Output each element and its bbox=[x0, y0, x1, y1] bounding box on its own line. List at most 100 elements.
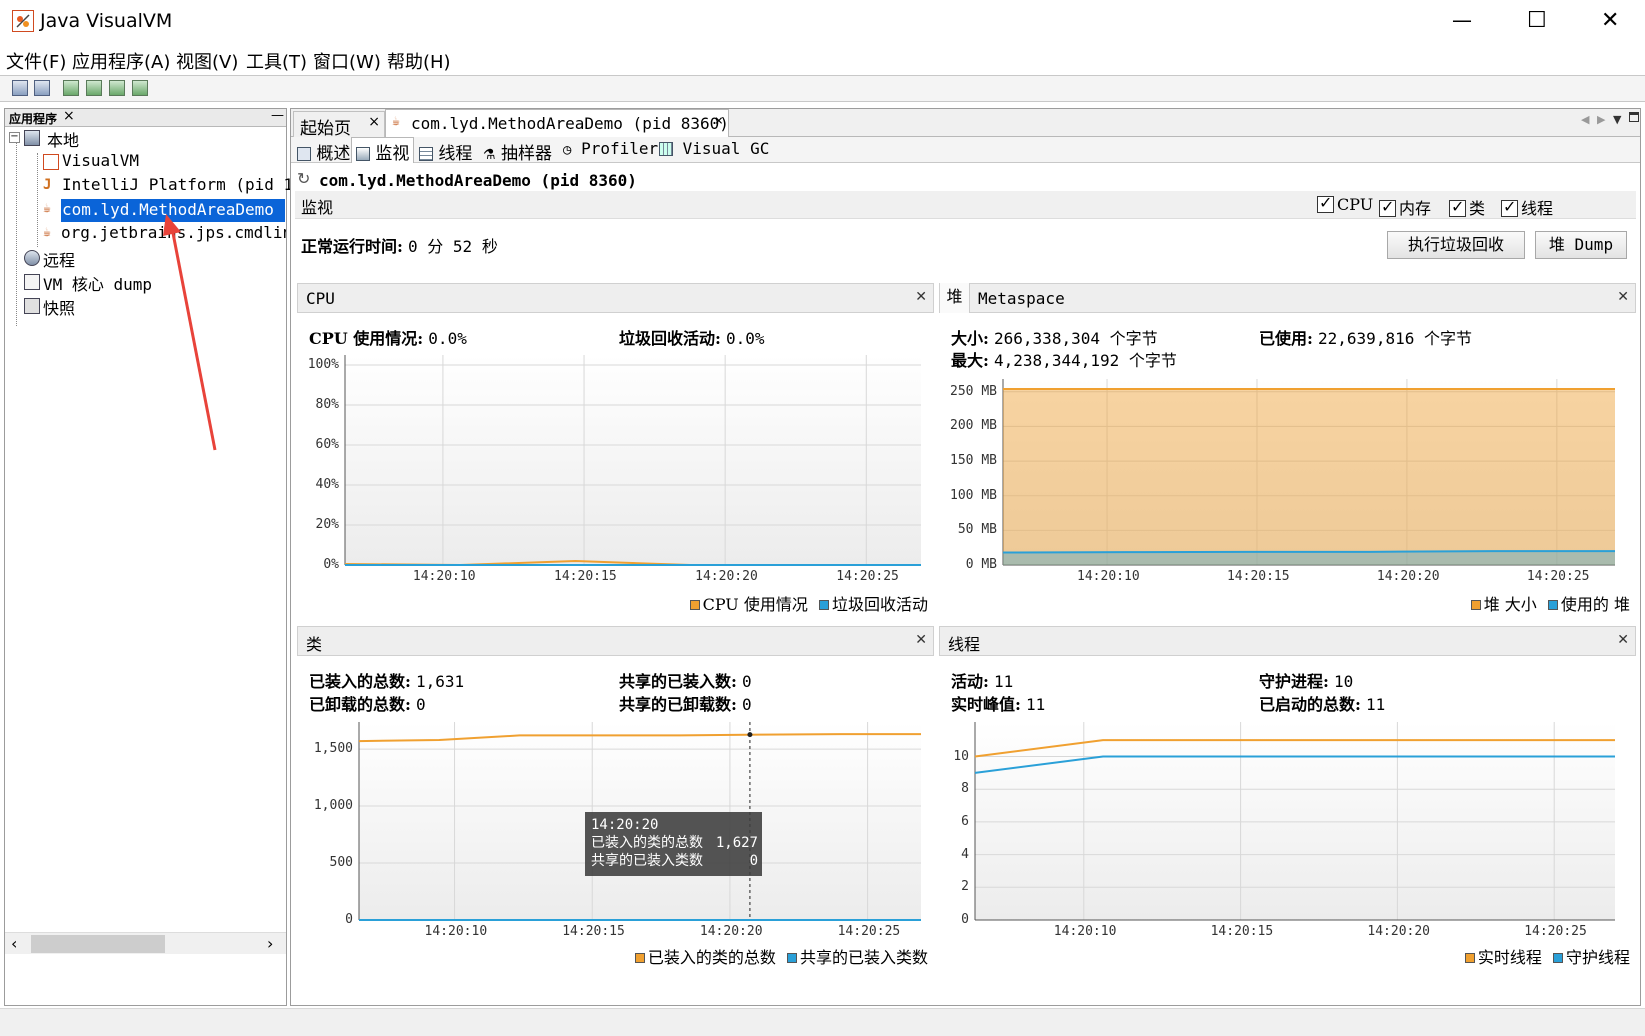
monitor-section-bar: 监视 CPU 内存 类 线程 bbox=[295, 191, 1636, 219]
checkbox-label: 类 bbox=[1469, 199, 1486, 218]
classes-panel-header: 类 ✕ bbox=[297, 626, 934, 656]
scroll-right-icon[interactable]: › bbox=[267, 934, 273, 953]
shared-unloaded-stat: 共享的已卸载数: 0 bbox=[619, 691, 752, 715]
maximize-button[interactable]: ☐ bbox=[1527, 8, 1547, 33]
panel-close-icon[interactable]: ✕ bbox=[1617, 289, 1629, 305]
uptime-label: 正常运行时间: bbox=[301, 237, 403, 256]
document-tab-bar: 起始页 × ☕ com.lyd.MethodAreaDemo (pid 8360… bbox=[291, 109, 1640, 139]
checkbox-memory[interactable]: 内存 bbox=[1379, 195, 1431, 219]
maximize-panel-icon[interactable] bbox=[1629, 112, 1639, 122]
stat-value: 11 bbox=[994, 672, 1014, 691]
stat-label: 垃圾回收活动: bbox=[619, 329, 721, 348]
threads-panel: 线程 ✕ 活动: 11 守护进程: 10 实时峰值: 11 已启动的总数: 11… bbox=[939, 626, 1636, 968]
checkbox-classes[interactable]: 类 bbox=[1449, 195, 1485, 219]
menu-file[interactable]: 文件(F) bbox=[6, 48, 66, 74]
menu-help[interactable]: 帮助(H) bbox=[387, 48, 451, 74]
y-tick-label: 100 MB bbox=[950, 487, 997, 503]
threads-chart: 0 2 4 6 8 10 14:20:10 14:20:15 14:20:20 14:20:25 bbox=[953, 722, 1615, 939]
x-tick-label: 14:20:15 bbox=[554, 569, 617, 584]
tab-profiler[interactable]: ◷ Profiler bbox=[559, 138, 662, 162]
cpu-usage-stat: CPU 使用情况: 0.0% bbox=[309, 325, 467, 349]
horizontal-scrollbar[interactable]: ‹ › bbox=[5, 932, 286, 954]
tab-threads[interactable]: 线程 bbox=[415, 138, 476, 164]
legend-label: 垃圾回收活动 bbox=[831, 595, 928, 614]
tab-scroll-left-icon[interactable]: ◀ bbox=[1581, 113, 1589, 126]
tab-close-icon[interactable]: × bbox=[368, 114, 380, 130]
menu-window[interactable]: 窗口(W) bbox=[313, 48, 381, 74]
tab-sampler[interactable]: ⚗ 抽样器 bbox=[479, 138, 556, 164]
stat-value: 11 bbox=[1026, 695, 1046, 714]
legend-swatch-orange bbox=[1470, 600, 1481, 610]
checkbox-threads[interactable]: 线程 bbox=[1501, 195, 1553, 219]
snapshot-icon bbox=[24, 298, 40, 314]
panel-minimize-button[interactable]: — bbox=[271, 108, 284, 123]
add-remote-icon[interactable] bbox=[86, 80, 102, 96]
minimize-button[interactable]: — bbox=[1452, 8, 1472, 32]
legend-label: 堆 大小 bbox=[1483, 595, 1537, 614]
stat-label: 共享的已装入数: bbox=[619, 672, 737, 691]
y-tick-label: 6 bbox=[961, 813, 969, 829]
heap-panel-header: 堆 Metaspace ✕ bbox=[939, 283, 1636, 313]
add-coredump-icon[interactable] bbox=[109, 80, 125, 96]
x-tick-label: 14:20:15 bbox=[1210, 924, 1274, 939]
tab-heap[interactable]: 堆 bbox=[940, 283, 970, 313]
legend-swatch-orange bbox=[634, 953, 645, 963]
load-icon[interactable] bbox=[12, 80, 28, 96]
visualvm-window: Java VisualVM — ☐ ✕ 文件(F) 应用程序(A) 视图(V) … bbox=[0, 0, 1645, 1036]
checkbox-label: CPU bbox=[1337, 195, 1374, 214]
java-cup-icon: ☕ bbox=[392, 114, 400, 129]
collapse-icon[interactable]: − bbox=[9, 132, 20, 143]
add-snapshot-icon[interactable] bbox=[132, 80, 148, 96]
tab-list-icon[interactable]: ▼ bbox=[1613, 113, 1621, 126]
tab-methodareademo[interactable]: ☕ com.lyd.MethodAreaDemo (pid 8360) × bbox=[385, 109, 729, 137]
tree-node-label: 快照 bbox=[43, 299, 76, 318]
stat-value: 266,338,304 个字节 bbox=[994, 329, 1158, 348]
panel-close-icon[interactable]: ✕ bbox=[915, 632, 927, 648]
applications-tab[interactable]: 应用程序 bbox=[9, 110, 57, 127]
cpu-chart: 0% 20% 40% 60% 80% 100% 14:20:10 14:20:15 14:20:… bbox=[308, 355, 921, 584]
y-tick-label: 2 bbox=[961, 879, 969, 895]
x-tick-label: 14:20:25 bbox=[837, 924, 901, 939]
scroll-left-icon[interactable]: ‹ bbox=[11, 934, 17, 953]
legend-label: 共享的已装入类数 bbox=[799, 948, 928, 967]
scrollbar-thumb[interactable] bbox=[31, 935, 165, 953]
stat-label: 已装入的总数: bbox=[309, 672, 411, 691]
tab-label: 监视 bbox=[375, 144, 410, 164]
tab-scroll-right-icon[interactable]: ▶ bbox=[1597, 113, 1605, 126]
legend-label: 已装入的类的总数 bbox=[647, 948, 776, 967]
tab-visual-gc[interactable]: Visual GC bbox=[655, 138, 773, 162]
y-tick-label: 0 bbox=[345, 912, 353, 927]
heap-dump-button[interactable]: 堆 Dump bbox=[1535, 231, 1627, 259]
save-icon[interactable] bbox=[34, 80, 50, 96]
tab-close-icon[interactable]: × bbox=[715, 113, 723, 129]
heap-max-stat: 最大: 4,238,344,192 个字节 bbox=[951, 347, 1177, 371]
add-jmx-icon[interactable] bbox=[63, 80, 79, 96]
stat-label: 已启动的总数: bbox=[1259, 695, 1361, 714]
x-tick-label: 14:20:10 bbox=[1077, 569, 1140, 584]
perform-gc-button[interactable]: 执行垃圾回收 bbox=[1387, 231, 1525, 259]
tab-metaspace[interactable]: Metaspace bbox=[978, 289, 1065, 308]
loaded-total-stat: 已装入的总数: 1,631 bbox=[309, 668, 464, 692]
checkbox-cpu[interactable]: CPU bbox=[1317, 193, 1374, 214]
tab-overview[interactable]: 概述 bbox=[293, 138, 354, 164]
app-header-title: com.lyd.MethodAreaDemo (pid 8360) bbox=[319, 171, 637, 190]
menu-view[interactable]: 视图(V) bbox=[176, 48, 238, 74]
tab-label: 起始页 bbox=[300, 119, 351, 139]
tooltip-label: 已装入的类的总数 bbox=[591, 835, 703, 851]
panel-close-icon[interactable]: ✕ bbox=[1617, 632, 1629, 648]
applications-panel: 应用程序 × — − 本地 VisualVM J IntelliJ Platfo… bbox=[4, 108, 303, 1006]
stat-value: 11 bbox=[1366, 695, 1386, 714]
legend-swatch-blue bbox=[818, 600, 829, 610]
tab-label: Profiler bbox=[581, 139, 659, 158]
stat-value: 0.0% bbox=[726, 329, 765, 348]
menu-application[interactable]: 应用程序(A) bbox=[72, 48, 170, 74]
legend-swatch-orange bbox=[1464, 953, 1475, 963]
close-button[interactable]: ✕ bbox=[1601, 8, 1619, 33]
menu-tools[interactable]: 工具(T) bbox=[246, 48, 307, 74]
tab-start-page[interactable]: 起始页 × bbox=[293, 111, 385, 139]
tab-monitor[interactable]: 监视 bbox=[351, 137, 415, 164]
applications-tab-close[interactable]: × bbox=[63, 108, 75, 124]
stat-label: 活动: bbox=[951, 672, 989, 691]
stat-label: 实时峰值: bbox=[951, 695, 1021, 714]
panel-close-icon[interactable]: ✕ bbox=[915, 289, 927, 305]
